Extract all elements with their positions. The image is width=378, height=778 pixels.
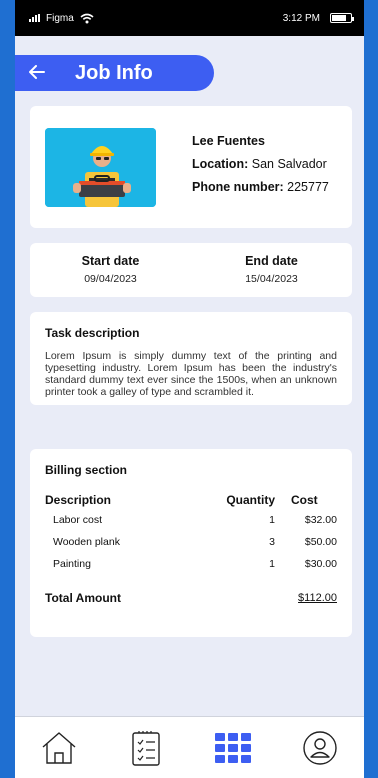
battery-icon [330,13,354,23]
billing-title: Billing section [45,463,128,477]
worker-name: Lee Fuentes [192,134,265,148]
task-text: Lorem Ipsum is simply dummy text of the … [45,350,337,398]
billing-header-row: Description Quantity Cost [45,491,337,509]
nav-tasks[interactable] [124,726,168,770]
profile-card: Lee Fuentes Location: San Salvador Phone… [30,106,352,228]
col-quantity: Quantity [226,493,275,507]
bottom-nav [15,716,364,778]
total-amount: $112.00 [298,592,337,604]
col-cost: Cost [291,493,318,507]
arrow-left-icon [29,65,45,79]
phone-screen: Figma 3:12 PM Job Info Lee Fuentes Locat… [15,0,364,778]
nav-profile[interactable] [298,726,342,770]
total-label: Total Amount [45,591,121,605]
dates-card: Start date 09/04/2023 End date 15/04/202… [30,243,352,297]
clipboard-list-icon [132,730,160,766]
status-bar: Figma 3:12 PM [15,0,364,36]
total-row: Total Amount $112.00 [45,589,337,607]
status-time: 3:12 PM [282,12,320,24]
end-date-label: End date [245,254,298,268]
header-bar: Job Info [15,55,214,91]
table-row: Labor cost 1 $32.00 [53,514,337,526]
page-title: Job Info [75,61,153,84]
end-date-value: 15/04/2023 [245,273,298,285]
nav-home[interactable] [37,726,81,770]
nav-grid[interactable] [211,726,255,770]
carrier-label: Figma [46,12,74,24]
worker-location: Location: San Salvador [192,157,327,171]
col-description: Description [45,493,112,507]
user-icon [303,730,338,765]
wifi-icon [80,13,94,23]
start-date-label: Start date [81,254,140,268]
worker-photo [45,128,156,207]
signal-icon [29,14,40,22]
table-row: Wooden plank 3 $50.00 [53,536,337,548]
billing-card: Billing section Description Quantity Cos… [30,449,352,637]
worker-phone: Phone number: 225777 [192,180,329,194]
task-title: Task description [45,326,140,340]
grid-icon [215,732,252,763]
start-date-value: 09/04/2023 [84,273,137,285]
task-card: Task description Lorem Ipsum is simply d… [30,312,352,405]
table-row: Painting 1 $30.00 [53,558,337,570]
start-date: Start date 09/04/2023 [30,243,191,297]
home-icon [42,731,76,764]
back-button[interactable] [29,63,57,83]
end-date: End date 15/04/2023 [191,243,352,297]
